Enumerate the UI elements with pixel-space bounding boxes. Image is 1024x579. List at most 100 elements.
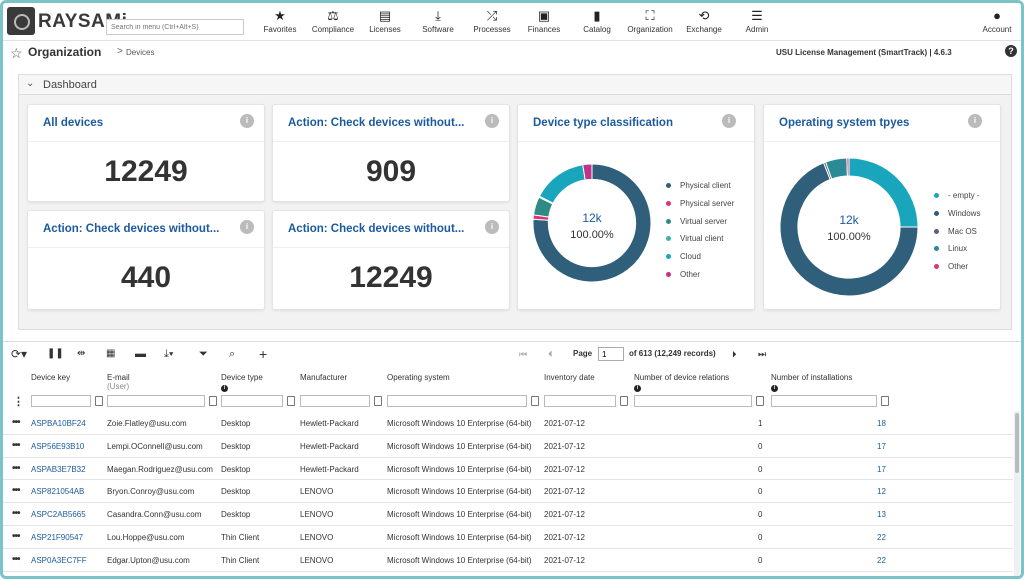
table-cell-inst[interactable]: 22 — [877, 533, 886, 542]
legend-item[interactable]: Linux — [934, 240, 980, 258]
filter-options-icon[interactable] — [209, 396, 217, 406]
column-menu-icon[interactable]: ⋮ — [13, 395, 24, 408]
legend-item[interactable]: Cloud — [666, 248, 734, 266]
nav-licenses[interactable]: ▤ Licenses — [365, 7, 405, 39]
table-cell-inst[interactable]: 12 — [877, 487, 886, 496]
donut-slice-cloud[interactable] — [538, 164, 586, 204]
dashboard-header[interactable]: ⌄ Dashboard — [19, 75, 1011, 95]
column-filter-input[interactable] — [544, 395, 616, 407]
legend-item[interactable]: Other — [934, 258, 980, 276]
table-cell-key[interactable]: ASPAB3E7B32 — [31, 465, 86, 474]
row-actions-icon[interactable]: ••• — [12, 508, 20, 519]
info-icon[interactable]: i — [485, 220, 499, 234]
add-icon[interactable]: + — [259, 346, 267, 362]
column-filter-input[interactable] — [771, 395, 877, 407]
nav-account[interactable]: ● Account — [975, 7, 1019, 39]
row-actions-icon[interactable]: ••• — [12, 531, 20, 542]
info-icon[interactable]: i — [968, 114, 982, 128]
info-icon[interactable]: i — [634, 385, 641, 392]
filter-options-icon[interactable] — [95, 396, 103, 406]
column-header[interactable]: Number of installations i — [771, 373, 852, 392]
donut-card-title[interactable]: Device type classification — [533, 117, 733, 129]
page-title[interactable]: Organization — [28, 45, 101, 59]
nav-exchange[interactable]: ⟲ Exchange — [684, 7, 724, 39]
table-cell-key[interactable]: ASPC2AB5665 — [31, 510, 86, 519]
table-cell-key[interactable]: ASPBA10BF24 — [31, 419, 86, 428]
nav-catalog[interactable]: ▮ Catalog — [579, 7, 615, 39]
filter-options-icon[interactable] — [756, 396, 764, 406]
legend-item[interactable]: Other — [666, 265, 734, 283]
help-icon[interactable]: ? — [1005, 45, 1017, 57]
scrollbar-thumb[interactable] — [1015, 413, 1019, 473]
nav-software[interactable]: ⤓ Software — [417, 7, 459, 39]
column-filter-input[interactable] — [634, 395, 752, 407]
prev-page-icon[interactable]: ⏴ — [548, 346, 553, 362]
kpi-card-title[interactable]: Action: Check devices without... — [288, 223, 468, 235]
donut-slice-other[interactable] — [846, 157, 850, 177]
nav-admin[interactable]: ☰ Admin — [742, 7, 772, 39]
pause-icon[interactable]: ❚❚ — [47, 346, 64, 362]
row-actions-icon[interactable]: ••• — [12, 417, 20, 428]
nav-favorites[interactable]: ★ Favorites — [260, 7, 300, 39]
table-cell-inst[interactable]: 13 — [877, 510, 886, 519]
legend-item[interactable]: Physical client — [666, 177, 734, 195]
favorite-star-icon[interactable]: ☆ — [10, 45, 23, 62]
donut-card-title[interactable]: Operating system tpyes — [779, 117, 979, 129]
column-header[interactable]: E-mail (User) — [107, 373, 130, 391]
legend-item[interactable]: Windows — [934, 205, 980, 223]
column-header[interactable]: Device key — [31, 373, 70, 382]
table-cell-inst[interactable]: 17 — [877, 465, 886, 474]
filter-options-icon[interactable] — [620, 396, 628, 406]
column-header[interactable]: Number of device relations i — [634, 373, 729, 392]
nav-finances[interactable]: ▣ Finances — [524, 7, 564, 39]
last-page-icon[interactable]: ⏭ — [758, 346, 766, 362]
legend-item[interactable]: - empty - — [934, 187, 980, 205]
column-filter-input[interactable] — [107, 395, 205, 407]
info-icon[interactable]: i — [240, 220, 254, 234]
os-types-donut-chart[interactable] — [779, 157, 919, 297]
row-actions-icon[interactable]: ••• — [12, 485, 20, 496]
table-cell-inst[interactable]: 22 — [877, 556, 886, 565]
next-page-icon[interactable]: ⏵ — [732, 346, 737, 362]
refresh-icon[interactable]: ⟳▾ — [11, 346, 27, 362]
column-filter-input[interactable] — [387, 395, 527, 407]
filter-options-icon[interactable] — [287, 396, 295, 406]
filter-options-icon[interactable] — [531, 396, 539, 406]
kpi-card-title[interactable]: All devices — [43, 117, 223, 129]
nav-compliance[interactable]: ⚖ Compliance — [308, 7, 358, 39]
legend-item[interactable]: Virtual server — [666, 212, 734, 230]
table-view-icon[interactable]: ▦ — [106, 346, 115, 362]
info-icon[interactable]: i — [221, 385, 228, 392]
export-icon[interactable]: ⤓▾ — [164, 346, 173, 362]
kpi-card-title[interactable]: Action: Check devices without... — [288, 117, 468, 129]
kpi-card-title[interactable]: Action: Check devices without... — [43, 223, 223, 235]
info-icon[interactable]: i — [722, 114, 736, 128]
info-icon[interactable]: i — [485, 114, 499, 128]
first-page-icon[interactable]: ⏮ — [519, 346, 527, 362]
nav-organization[interactable]: ⛶ Organization — [625, 7, 675, 39]
info-icon[interactable]: i — [240, 114, 254, 128]
table-cell-key[interactable]: ASP56E93B10 — [31, 442, 84, 451]
kpi-card[interactable]: Action: Check devices without... i 440 — [27, 210, 265, 310]
column-header[interactable]: Operating system — [387, 373, 450, 382]
expand-columns-icon[interactable]: ⇹ — [77, 346, 85, 362]
row-actions-icon[interactable]: ••• — [12, 554, 20, 565]
legend-item[interactable]: Physical server — [666, 195, 734, 213]
table-cell-key[interactable]: ASP21F90547 — [31, 533, 83, 542]
nav-processes[interactable]: ⤮ Processes — [470, 7, 514, 39]
search-icon[interactable]: ⌕ — [229, 346, 235, 362]
row-actions-icon[interactable]: ••• — [12, 463, 20, 474]
column-filter-input[interactable] — [221, 395, 283, 407]
column-header[interactable]: Device type i — [221, 373, 263, 392]
folder-icon[interactable]: ▬ — [135, 346, 146, 362]
table-cell-inst[interactable]: 18 — [877, 419, 886, 428]
filter-options-icon[interactable] — [374, 396, 382, 406]
legend-item[interactable]: Mac OS — [934, 222, 980, 240]
row-actions-icon[interactable]: ••• — [12, 440, 20, 451]
page-number-input[interactable] — [598, 347, 624, 361]
filter-options-icon[interactable] — [881, 396, 889, 406]
column-filter-input[interactable] — [31, 395, 91, 407]
menu-search-input[interactable] — [106, 19, 244, 35]
table-cell-key[interactable]: ASP821054AB — [31, 487, 84, 496]
filter-icon[interactable]: ⏷ — [199, 346, 208, 362]
